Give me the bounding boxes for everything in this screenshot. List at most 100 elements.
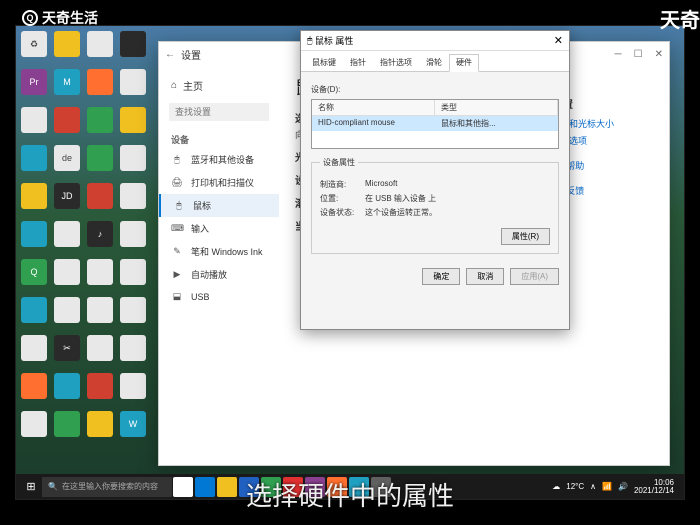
settings-title: 设置 (181, 47, 201, 62)
dialog-tab[interactable]: 硬件 (449, 54, 479, 72)
sidebar-item-label: 输入 (191, 222, 209, 235)
sidebar-item-icon: 🖱 (173, 200, 185, 211)
sidebar-item-icon: ⬓ (171, 291, 183, 302)
device-properties-group: 设备属性 制造商:Microsoft位置:在 USB 输入设备 上设备状态:这个… (311, 157, 559, 254)
sidebar-item[interactable]: 🖨 打印机和扫描仪 (159, 171, 279, 194)
desktop-icon[interactable] (21, 183, 47, 209)
settings-search[interactable] (169, 103, 269, 121)
ok-button[interactable]: 确定 (422, 268, 460, 285)
desktop-icon[interactable] (54, 373, 80, 399)
device-property-row: 位置:在 USB 输入设备 上 (320, 193, 550, 204)
device-property-row: 制造商:Microsoft (320, 179, 550, 190)
sidebar-item-label: 打印机和扫描仪 (191, 176, 254, 189)
desktop-icon[interactable] (21, 221, 47, 247)
dialog-tab[interactable]: 指针选项 (373, 54, 419, 71)
desktop-icon[interactable]: ✂ (54, 335, 80, 361)
sidebar-item-icon: ✎ (171, 246, 183, 257)
sidebar-item[interactable]: ✎ 笔和 Windows Ink (159, 240, 279, 263)
desktop-icon[interactable]: M (54, 69, 80, 95)
close-icon[interactable]: ✕ (554, 34, 563, 47)
desktop-icon[interactable] (87, 107, 113, 133)
desktop-icon[interactable] (21, 411, 47, 437)
desktop-icon[interactable]: ♪ (87, 221, 113, 247)
device-label: 设备(D): (311, 84, 559, 95)
desktop-icon[interactable] (87, 259, 113, 285)
desktop-icon[interactable] (87, 411, 113, 437)
sidebar-item[interactable]: ⬓ USB (159, 286, 279, 307)
device-property-row: 设备状态:这个设备运转正常。 (320, 207, 550, 218)
desktop-icon[interactable] (120, 297, 146, 323)
desktop-icon[interactable] (21, 335, 47, 361)
device-list[interactable]: 名称 类型 HID-compliant mouse 鼠标和其他指... (311, 99, 559, 149)
desktop-icon[interactable] (87, 145, 113, 171)
desktop-icon[interactable]: Pr (21, 69, 47, 95)
sidebar-item-label: 笔和 Windows Ink (191, 245, 263, 258)
desktop-icon[interactable] (87, 373, 113, 399)
desktop-icon[interactable] (54, 107, 80, 133)
sidebar-item-icon: 🖨 (171, 177, 183, 188)
dialog-titlebar[interactable]: 🖱 鼠标 属性 ✕ (301, 31, 569, 51)
desktop-icon[interactable]: de (54, 145, 80, 171)
properties-button[interactable]: 属性(R) (501, 228, 550, 245)
sidebar-item[interactable]: ▶ 自动播放 (159, 263, 279, 286)
maximize-icon[interactable]: ☐ (634, 49, 643, 60)
sidebar-item[interactable]: 🖱 鼠标 (159, 194, 279, 217)
mouse-properties-dialog: 🖱 鼠标 属性 ✕ 鼠标键指针指针选项滑轮硬件 设备(D): 名称 类型 HID… (300, 30, 570, 330)
dialog-tab[interactable]: 指针 (343, 54, 373, 71)
desktop-icon[interactable] (21, 373, 47, 399)
desktop-icon[interactable] (87, 69, 113, 95)
sidebar-item-label: 鼠标 (193, 199, 211, 212)
desktop-icon[interactable] (21, 107, 47, 133)
desktop-icon[interactable]: JD (54, 183, 80, 209)
sidebar-item-label: 蓝牙和其他设备 (191, 153, 254, 166)
desktop-icon[interactable] (120, 183, 146, 209)
desktop-icons: ♻ Pr M de JD ♪ Q ✂ W (21, 31, 150, 446)
settings-sidebar: ⌂ 主页 设备 🖱 蓝牙和其他设备 🖨 打印机和扫描仪 🖱 鼠标 ⌨ 输入 ✎ 笔和 Window… (159, 66, 279, 465)
home-icon: ⌂ (171, 80, 177, 91)
desktop-icon[interactable] (120, 107, 146, 133)
sidebar-item[interactable]: 🖱 蓝牙和其他设备 (159, 148, 279, 171)
sidebar-item-label: USB (191, 292, 210, 302)
mouse-icon: 🖱 (307, 35, 312, 46)
desktop-icon[interactable]: ♻ (21, 31, 47, 57)
minimize-icon[interactable]: ─ (615, 49, 622, 60)
back-icon[interactable]: ← (165, 49, 175, 60)
dialog-tab[interactable]: 鼠标键 (305, 54, 343, 71)
desktop-icon[interactable] (21, 145, 47, 171)
close-icon[interactable]: ✕ (655, 49, 663, 60)
dialog-tabs: 鼠标键指针指针选项滑轮硬件 (301, 51, 569, 72)
desktop-icon[interactable] (120, 335, 146, 361)
desktop-icon[interactable] (87, 183, 113, 209)
desktop-icon[interactable]: W (120, 411, 146, 437)
desktop-icon[interactable] (54, 221, 80, 247)
desktop-icon[interactable] (120, 145, 146, 171)
dialog-tab[interactable]: 滑轮 (419, 54, 449, 71)
sidebar-item-icon: 🖱 (171, 154, 183, 165)
desktop-icon[interactable] (87, 31, 113, 57)
cancel-button[interactable]: 取消 (466, 268, 504, 285)
desktop-icon[interactable] (54, 31, 80, 57)
watermark-top-left: Q天奇生活 (22, 8, 98, 28)
video-subtitle: 选择硬件中的属性 (0, 476, 700, 513)
desktop-icon[interactable] (54, 259, 80, 285)
sidebar-item-icon: ⌨ (171, 223, 183, 234)
desktop-icon[interactable] (54, 411, 80, 437)
desktop-icon[interactable] (87, 297, 113, 323)
desktop-icon[interactable]: Q (21, 259, 47, 285)
desktop-icon[interactable] (21, 297, 47, 323)
desktop-icon[interactable] (120, 69, 146, 95)
apply-button[interactable]: 应用(A) (510, 268, 559, 285)
sidebar-group: 设备 (159, 127, 279, 148)
sidebar-item-label: 自动播放 (191, 268, 227, 281)
home-button[interactable]: ⌂ 主页 (159, 74, 279, 97)
desktop-icon[interactable] (120, 221, 146, 247)
sidebar-item-icon: ▶ (171, 269, 183, 280)
desktop-icon[interactable] (120, 373, 146, 399)
sidebar-item[interactable]: ⌨ 输入 (159, 217, 279, 240)
desktop-icon[interactable] (120, 31, 146, 57)
desktop-icon[interactable] (120, 259, 146, 285)
watermark-top-right: 天奇 (660, 4, 700, 33)
desktop-icon[interactable] (87, 335, 113, 361)
device-list-row[interactable]: HID-compliant mouse 鼠标和其他指... (312, 116, 558, 131)
desktop-icon[interactable] (54, 297, 80, 323)
